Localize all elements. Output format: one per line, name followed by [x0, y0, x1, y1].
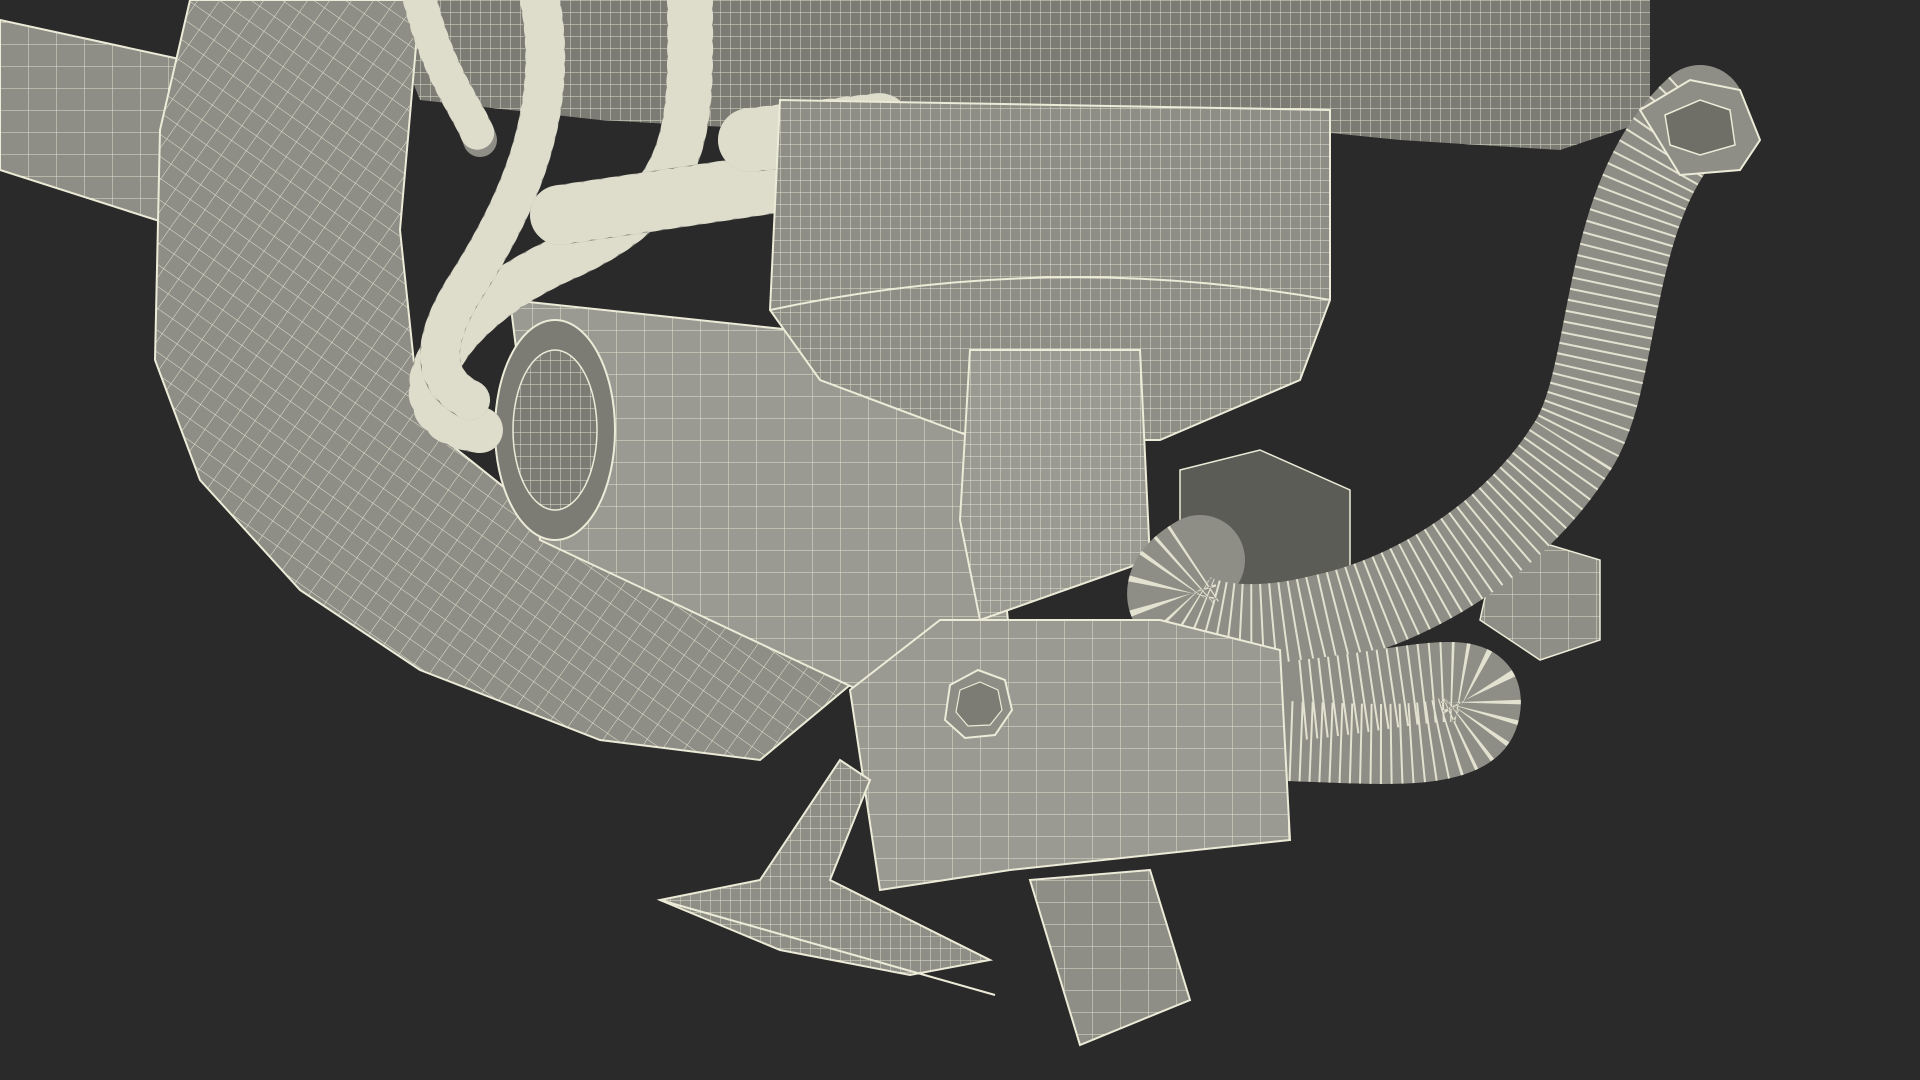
- drive-coupling: [958, 349, 1152, 622]
- engine-wireframe: [0, 0, 1762, 1047]
- render-viewport: [0, 0, 1920, 1080]
- lower-box: [848, 619, 1292, 892]
- lower-pipe: [1028, 868, 1192, 1047]
